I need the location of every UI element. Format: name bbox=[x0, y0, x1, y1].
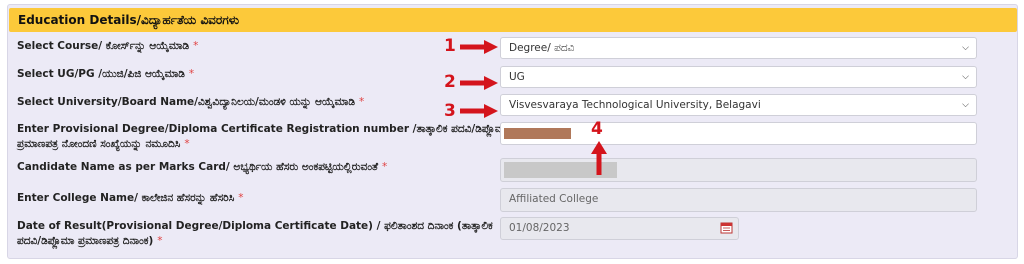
college-label: Enter College Name/ ಕಾಲೇಜಿನ ಹೆಸರನ್ನು ಹೆಸ… bbox=[17, 192, 244, 204]
university-label: Select University/Board Name/ವಿಶ್ವವಿದ್ಯಾ… bbox=[17, 96, 365, 108]
candidate-label: Candidate Name as per Marks Card/ ಅಭ್ಯರ್… bbox=[17, 161, 388, 173]
result-date-input[interactable]: 01/08/2023 bbox=[500, 217, 739, 240]
required-asterisk: * bbox=[382, 161, 388, 173]
required-asterisk: * bbox=[358, 96, 365, 108]
annotation-number-2: 2 bbox=[444, 72, 456, 92]
result-date-label: Date of Result(Provisional Degree/Diplom… bbox=[17, 220, 493, 247]
course-label: Select Course/ ಕೋರ್ಸ್‌ನ್ನು ಆಯ್ಕೆಮಾಡಿ * bbox=[17, 40, 199, 52]
annotation-number-1: 1 bbox=[444, 36, 456, 56]
section-header: Education Details/ವಿದ್ಯಾರ್ಹತೆಯ ವಿವರಗಳು bbox=[9, 8, 1017, 32]
chevron-down-icon: ⌵ bbox=[962, 100, 969, 110]
chevron-down-icon: ⌵ bbox=[962, 72, 969, 82]
required-asterisk: * bbox=[188, 68, 195, 80]
ugpg-select[interactable]: UG ⌵ bbox=[500, 66, 977, 88]
annotation-arrow-2 bbox=[460, 76, 498, 90]
redacted-registration-value bbox=[504, 128, 571, 139]
required-asterisk: * bbox=[238, 192, 244, 204]
annotation-arrow-4 bbox=[591, 141, 607, 175]
course-select[interactable]: Degree/ ಪದವಿ ⌵ bbox=[500, 37, 977, 59]
section-title: Education Details/ವಿದ್ಯಾರ್ಹತೆಯ ವಿವರಗಳು bbox=[18, 13, 240, 27]
registration-label: Enter Provisional Degree/Diploma Certifi… bbox=[17, 123, 509, 150]
annotation-arrow-3 bbox=[460, 104, 498, 118]
ugpg-label: Select UG/PG /ಯುಜಿ/ಪಿಜಿ ಆಯ್ಕೆಮಾಡಿ * bbox=[17, 68, 195, 80]
calendar-icon[interactable] bbox=[720, 221, 733, 241]
registration-number-input[interactable] bbox=[500, 122, 977, 145]
annotation-number-4: 4 bbox=[591, 119, 603, 139]
college-name-input[interactable]: Affiliated College bbox=[500, 188, 977, 212]
annotation-arrow-1 bbox=[460, 40, 498, 54]
chevron-down-icon: ⌵ bbox=[962, 43, 969, 53]
required-asterisk: * bbox=[184, 138, 190, 150]
required-asterisk: * bbox=[193, 40, 199, 52]
annotation-number-3: 3 bbox=[444, 101, 456, 121]
required-asterisk: * bbox=[157, 235, 163, 247]
university-select[interactable]: Visvesvaraya Technological University, B… bbox=[500, 94, 977, 116]
